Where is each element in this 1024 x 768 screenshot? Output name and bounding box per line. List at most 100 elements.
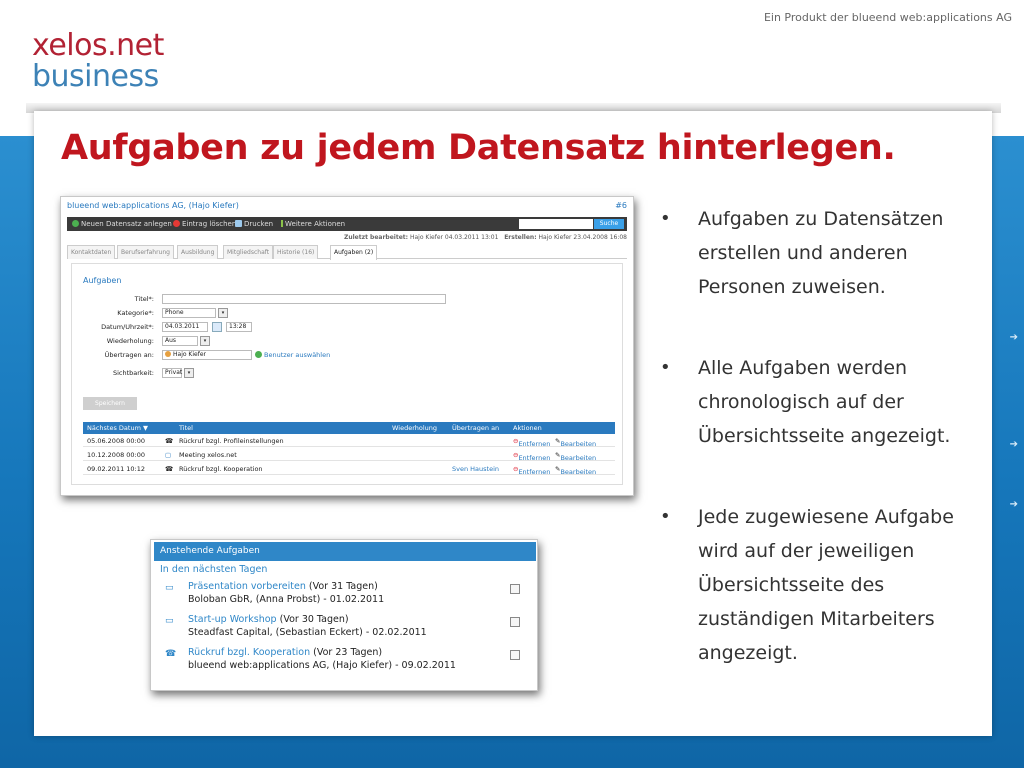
phone-icon: ☎: [165, 465, 174, 473]
task-link[interactable]: Rückruf bzgl. Kooperation: [188, 647, 310, 658]
chevron-down-icon[interactable]: ▾: [218, 308, 228, 318]
table-row: 10.12.2008 00:00 ▢ Meeting xelos.net ⊖ En…: [83, 448, 615, 462]
chat-icon: ▭: [165, 583, 174, 593]
edit-link[interactable]: ✎ Bearbeiten: [555, 465, 596, 476]
list-item: ☎ Rückruf bzgl. Kooperation (Vor 23 Tage…: [160, 647, 532, 677]
chat-icon: ▭: [165, 616, 174, 626]
task-line2: blueend web:applications AG, (Hajo Kiefe…: [188, 660, 456, 671]
printer-icon: [235, 220, 242, 227]
tab-kontaktdaten[interactable]: Kontaktdaten: [67, 245, 116, 259]
edit-link[interactable]: ✎ Bearbeiten: [555, 451, 596, 462]
edit-link[interactable]: ✎ Bearbeiten: [555, 437, 596, 448]
row-date: 05.06.2008 00:00: [87, 437, 146, 445]
chevron-down-icon[interactable]: ▾: [184, 368, 194, 378]
logo-line2: business: [32, 59, 159, 94]
row-date: 09.02.2011 10:12: [87, 465, 146, 473]
task-line2: Steadfast Capital, (Sebastian Eckert) - …: [188, 627, 427, 638]
record-screenshot: blueend web:applications AG, (Hajo Kiefe…: [60, 196, 634, 496]
category-select[interactable]: Phone: [162, 308, 216, 318]
widget-subheader: In den nächsten Tagen: [160, 564, 268, 575]
col-actions: Aktionen: [513, 424, 542, 432]
time-input[interactable]: 13:28: [226, 322, 252, 332]
datetime-row: Datum/Uhrzeit*: 04.03.2011 13:28: [72, 322, 612, 332]
task-line2: Boloban GbR, (Anna Probst) - 01.02.2011: [188, 594, 385, 605]
phone-icon: ☎: [165, 649, 177, 659]
category-row: Kategorie*: Phone ▾: [72, 308, 612, 318]
tab-historie[interactable]: Historie (16): [273, 245, 319, 259]
slide-title: Aufgaben zu jedem Datensatz hinterlegen.: [61, 128, 896, 168]
remove-link[interactable]: ⊖ Entfernen: [513, 451, 550, 462]
table-row: 05.06.2008 00:00 ☎ Rückruf bzgl. Profile…: [83, 434, 615, 448]
phone-icon: ☎: [165, 437, 174, 445]
row-title: Meeting xelos.net: [179, 451, 237, 459]
repeat-select[interactable]: Aus: [162, 336, 198, 346]
list-item: ▭ Präsentation vorbereiten (Vor 31 Tagen…: [160, 581, 532, 611]
bullet-item: Jede zugewiesene Aufgabe wird auf der je…: [660, 500, 990, 670]
widget-header: Anstehende Aufgaben: [154, 542, 536, 561]
record-header: blueend web:applications AG, (Hajo Kiefe…: [67, 201, 627, 213]
upcoming-tasks-widget: Anstehende Aufgaben In den nächsten Tage…: [150, 539, 538, 691]
print-button[interactable]: Drucken: [235, 220, 273, 228]
task-link[interactable]: Präsentation vorbereiten: [188, 581, 306, 592]
record-number: #6: [615, 201, 627, 210]
select-user-link[interactable]: Benutzer auswählen: [255, 351, 330, 359]
task-line1: Start-up Workshop (Vor 30 Tagen): [188, 614, 349, 625]
assign-input[interactable]: Hajo Kiefer: [162, 350, 252, 360]
task-checkbox[interactable]: [510, 584, 520, 594]
table-row: 09.02.2011 10:12 ☎ Rückruf bzgl. Koopera…: [83, 462, 615, 476]
task-line1: Präsentation vorbereiten (Vor 31 Tagen): [188, 581, 378, 592]
chat-icon: ▢: [165, 451, 172, 459]
datetime-label: Datum/Uhrzeit*:: [101, 323, 154, 331]
tab-berufserfahrung[interactable]: Berufserfahrung: [117, 245, 174, 259]
row-title: Rückruf bzgl. Profileinstellungen: [179, 437, 284, 445]
delete-entry-button[interactable]: Eintrag löschen: [173, 220, 236, 228]
record-tabs: Kontaktdaten Berufserfahrung Ausbildung …: [67, 245, 627, 260]
tab-mitgliedschaft[interactable]: Mitgliedschaft: [223, 245, 274, 259]
delete-icon: [173, 220, 180, 227]
bullet-list: Aufgaben zu Datensätzen erstellen und an…: [660, 202, 990, 717]
remove-link[interactable]: ⊖ Entfernen: [513, 465, 550, 476]
visibility-select[interactable]: Privat: [162, 368, 182, 378]
calendar-icon[interactable]: [212, 322, 222, 332]
tab-ausbildung[interactable]: Ausbildung: [177, 245, 219, 259]
more-actions-button[interactable]: Weitere Aktionen: [281, 220, 345, 228]
repeat-row: Wiederholung: Aus ▾: [72, 336, 612, 346]
visibility-label: Sichtbarkeit:: [112, 369, 154, 377]
row-assigned[interactable]: Sven Haustein: [452, 465, 499, 473]
list-item: ▭ Start-up Workshop (Vor 30 Tagen) Stead…: [160, 614, 532, 644]
user-icon: [165, 351, 171, 357]
task-checkbox[interactable]: [510, 617, 520, 627]
arrow-icon: ➔: [1009, 439, 1018, 450]
record-toolbar: Neuen Datensatz anlegen Eintrag löschen …: [67, 217, 627, 231]
remove-link[interactable]: ⊖ Entfernen: [513, 437, 550, 448]
add-user-icon: [255, 351, 262, 358]
title-row: Titel*:: [72, 294, 612, 304]
chevron-down-icon[interactable]: ▾: [200, 336, 210, 346]
tab-aufgaben[interactable]: Aufgaben (2): [330, 245, 378, 260]
title-label: Titel*:: [134, 295, 154, 303]
assign-row: Übertragen an: Hajo Kiefer Benutzer ausw…: [72, 350, 612, 360]
arrow-icon: ➔: [1009, 499, 1018, 510]
bullet-item: Aufgaben zu Datensätzen erstellen und an…: [660, 202, 990, 304]
task-link[interactable]: Start-up Workshop: [188, 614, 277, 625]
title-input[interactable]: [162, 294, 446, 304]
tasks-panel: Aufgaben Titel*: Kategorie*: Phone ▾ Dat…: [71, 263, 623, 485]
tagline: Ein Produkt der blueend web:applications…: [763, 11, 1012, 24]
save-button[interactable]: Speichern: [83, 397, 137, 410]
col-next-date[interactable]: Nächstes Datum ▼: [87, 424, 148, 432]
plus-icon: [72, 220, 79, 227]
task-checkbox[interactable]: [510, 650, 520, 660]
col-title: Titel: [179, 424, 193, 432]
record-title: blueend web:applications AG, (Hajo Kiefe…: [67, 201, 239, 210]
logo-line1: xelos.net: [32, 28, 164, 63]
tasks-table-header: Nächstes Datum ▼ Titel Wiederholung Über…: [83, 422, 615, 434]
new-record-button[interactable]: Neuen Datensatz anlegen: [72, 220, 172, 228]
search-input[interactable]: [519, 219, 593, 229]
col-repeat: Wiederholung: [392, 424, 438, 432]
slide: Ein Produkt der blueend web:applications…: [0, 0, 1024, 768]
xelos-logo[interactable]: xelos.net business: [32, 30, 164, 92]
arrow-icon: ➔: [1009, 332, 1018, 343]
record-meta: Zuletzt bearbeitet: Hajo Kiefer 04.03.20…: [343, 234, 627, 241]
search-button[interactable]: Suche: [594, 219, 624, 229]
date-input[interactable]: 04.03.2011: [162, 322, 208, 332]
